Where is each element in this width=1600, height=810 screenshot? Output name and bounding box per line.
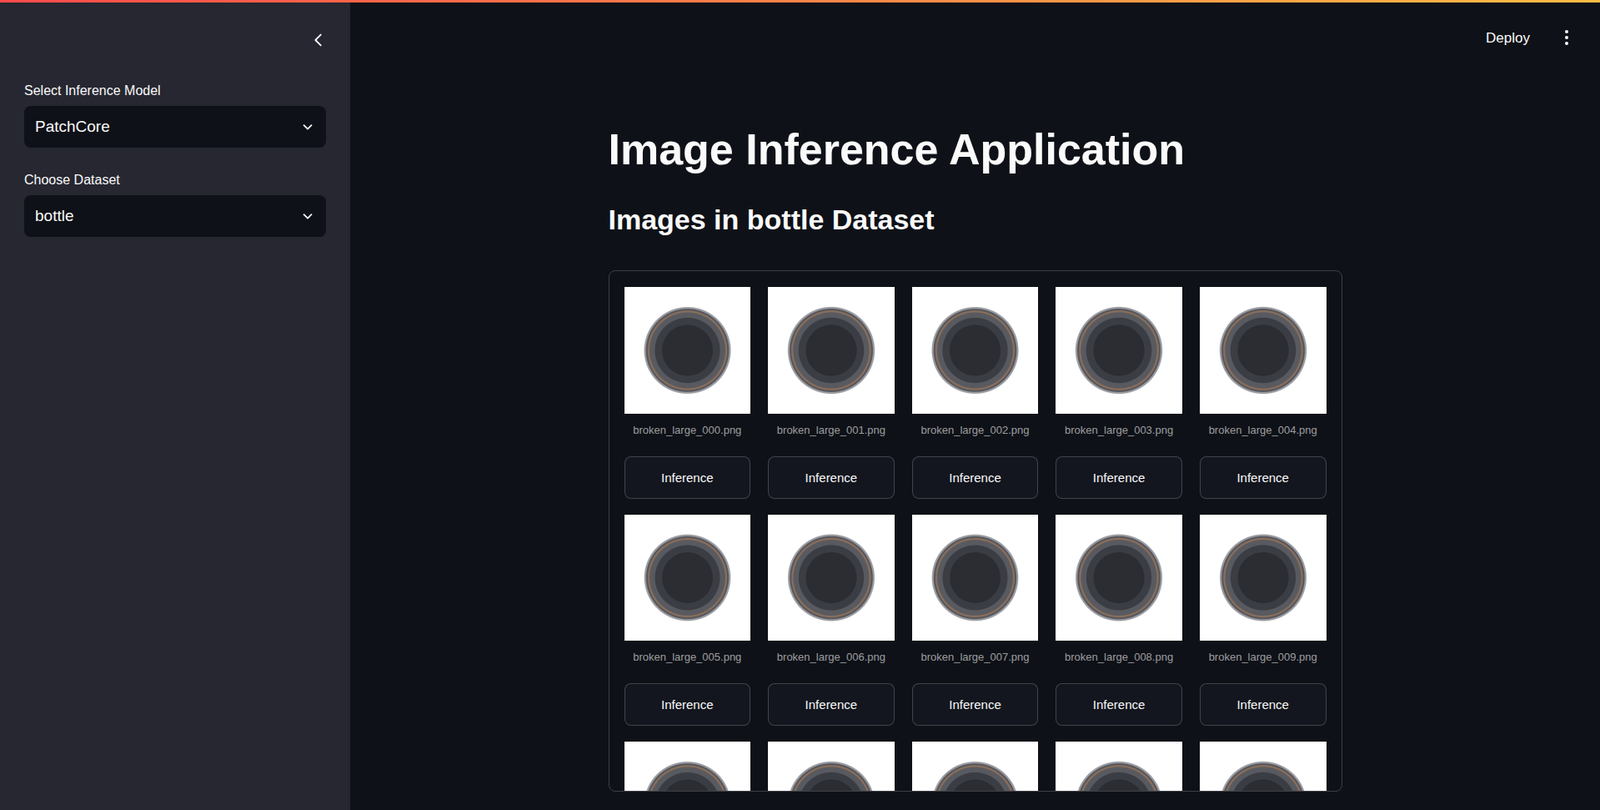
image-card: broken_large_009.png Inference [1199,514,1327,727]
image-gallery: broken_large_000.pngInferencebroken_larg… [608,270,1343,792]
deploy-button[interactable]: Deploy [1482,28,1534,49]
bottle-image [1199,286,1327,414]
page-title: Image Inference Application [608,123,1343,176]
image-card [767,741,895,792]
gallery-row: broken_large_000.pngInferencebroken_larg… [624,286,1327,499]
bottle-image [1199,741,1327,792]
image-caption: broken_large_004.png [1199,423,1327,438]
select-value: PatchCore [35,117,111,136]
inference-button[interactable]: Inference [624,682,752,726]
select-box[interactable]: bottle [24,195,327,237]
bottle-image [767,741,895,792]
bottle-image [1199,514,1327,642]
image-card: broken_large_006.png Inference [767,514,895,727]
inference-button[interactable]: Inference [1199,682,1327,726]
image-card [1199,741,1327,792]
chevron-down-icon [300,208,316,224]
image-card: broken_large_005.png Inference [624,514,752,727]
bottle-image [912,286,1039,414]
image-caption: broken_large_006.png [767,650,895,665]
bottle-image [624,286,752,414]
image-card: broken_large_003.png Inference [1055,286,1183,499]
inference-button[interactable]: Inference [1199,456,1327,499]
inference-button[interactable]: Inference [912,682,1039,726]
top-decoration [0,0,1600,3]
inference-button[interactable]: Inference [912,456,1039,499]
image-caption: broken_large_000.png [624,423,752,438]
sidebar: Select Inference Model PatchCore Choose Da… [0,0,351,810]
inference-button[interactable]: Inference [1055,456,1183,499]
bottle-image [1055,514,1183,642]
select-value: bottle [35,206,74,226]
image-card [624,741,752,792]
image-caption: broken_large_005.png [624,650,752,665]
menu-button[interactable] [1558,28,1575,51]
kebab-icon [1558,28,1575,47]
select-box[interactable]: PatchCore [24,105,327,148]
inference-button[interactable]: Inference [767,682,895,726]
sidebar-header [24,25,328,59]
gallery-row: broken_large_005.pngInferencebroken_larg… [624,514,1327,727]
bottle-image [1055,741,1183,792]
bottle-image [624,741,752,792]
inference-button[interactable]: Inference [624,456,752,499]
image-card: broken_large_000.png Inference [624,286,752,499]
content: Image Inference Application Images in bot… [608,76,1343,792]
image-card [912,741,1039,792]
image-card: broken_large_002.png Inference [912,286,1039,499]
chevron-left-icon [309,30,328,50]
main-area: Deploy Image Inference Application Images … [350,0,1600,810]
image-card [1055,741,1183,792]
bottle-image [912,514,1039,642]
image-caption: broken_large_003.png [1055,423,1183,438]
bottle-image [767,286,895,414]
image-caption: broken_large_001.png [767,423,895,438]
chevron-down-icon [300,119,316,135]
page-subtitle: Images in bottle Dataset [608,202,1343,237]
image-card: broken_large_007.png Inference [912,514,1039,727]
image-caption: broken_large_002.png [912,423,1039,438]
image-card: broken_large_001.png Inference [767,286,895,499]
image-card: broken_large_008.png Inference [1055,514,1183,727]
field-label: Select Inference Model [24,83,327,99]
select-field: Select Inference Model PatchCore [24,83,327,148]
bottle-image [1055,286,1183,414]
bottle-image [912,741,1039,792]
image-caption: broken_large_008.png [1055,650,1183,665]
image-card: broken_large_004.png Inference [1199,286,1327,499]
bottle-image [767,514,895,642]
collapse-button[interactable] [309,30,328,53]
image-caption: broken_large_007.png [912,650,1039,665]
select-field: Choose Dataset bottle [24,172,327,237]
gallery-row [624,741,1327,792]
image-caption: broken_large_009.png [1199,650,1327,665]
field-label: Choose Dataset [24,172,327,188]
bottle-image [624,514,752,642]
header: Deploy [350,0,1600,77]
inference-button[interactable]: Inference [767,456,895,499]
inference-button[interactable]: Inference [1055,682,1183,726]
